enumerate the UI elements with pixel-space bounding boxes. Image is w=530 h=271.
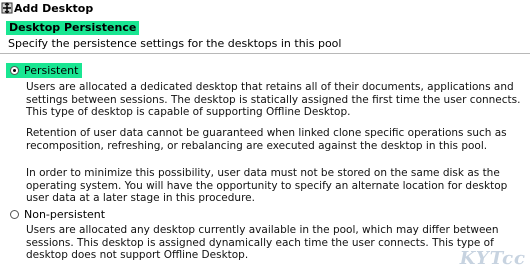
window-title-bar: Add Desktop (0, 0, 530, 16)
window-title: Add Desktop (14, 1, 94, 15)
non-persistent-description: Users are allocated any desktop currentl… (26, 224, 499, 261)
non-persistent-option-label: Non-persistent (24, 208, 106, 221)
persistent-radio-button[interactable] (10, 66, 19, 75)
persistent-retention-note: Retention of user data cannot be guarant… (26, 127, 507, 152)
page-title: Desktop Persistence (6, 21, 140, 35)
non-persistent-radio-option[interactable]: Non-persistent (6, 207, 109, 222)
persistent-radio-option[interactable]: Persistent (6, 63, 83, 78)
header-divider (0, 53, 530, 54)
persistent-description: Users are allocated a dedicated desktop … (26, 81, 521, 118)
page-subtitle: Specify the persistence settings for the… (8, 37, 342, 50)
wizard-app-icon (1, 2, 13, 14)
persistent-storage-note: In order to minimize this possibility, u… (26, 167, 508, 204)
site-watermark: KYTcc (459, 248, 526, 269)
persistent-option-label: Persistent (24, 64, 79, 77)
non-persistent-radio-button[interactable] (10, 210, 19, 219)
